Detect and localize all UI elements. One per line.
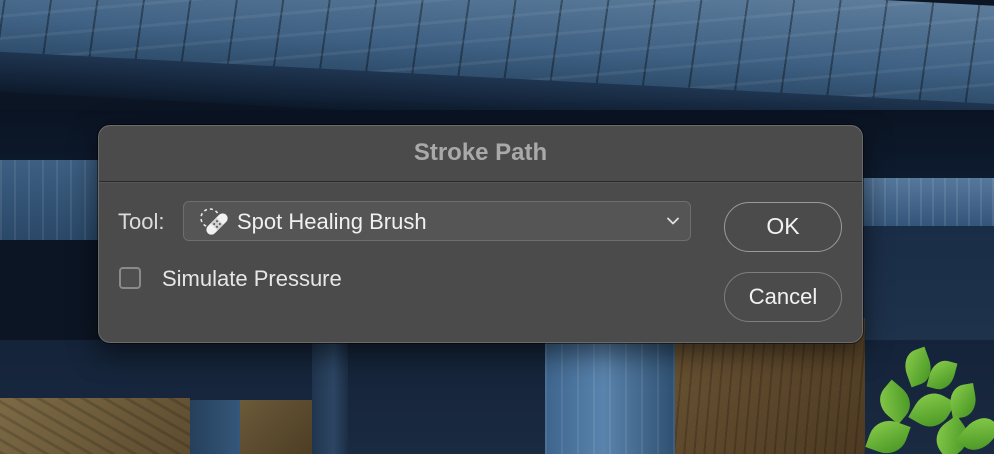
dialog-title-bar[interactable]: Stroke Path bbox=[99, 126, 862, 182]
plywood-panel bbox=[0, 398, 190, 454]
spot-healing-brush-icon bbox=[198, 207, 232, 237]
tool-label: Tool: bbox=[118, 209, 165, 234]
chevron-down-icon bbox=[666, 214, 680, 228]
plywood-panel bbox=[240, 400, 312, 454]
porch-beam-right bbox=[860, 178, 994, 226]
dialog-title: Stroke Path bbox=[413, 139, 548, 166]
tool-select[interactable]: Spot Healing Brush bbox=[183, 201, 691, 241]
porch-post bbox=[545, 336, 675, 454]
ok-button[interactable]: OK bbox=[724, 202, 842, 252]
simulate-pressure-checkbox[interactable] bbox=[119, 267, 141, 289]
tool-select-value: Spot Healing Brush bbox=[237, 209, 427, 234]
porch-post bbox=[190, 400, 240, 454]
simulate-pressure-label[interactable]: Simulate Pressure bbox=[162, 266, 342, 292]
cancel-button[interactable]: Cancel bbox=[724, 272, 842, 322]
stroke-path-dialog: Stroke Path Tool: Spot Healing Brush Sim… bbox=[98, 125, 863, 343]
porch-post bbox=[312, 340, 348, 454]
